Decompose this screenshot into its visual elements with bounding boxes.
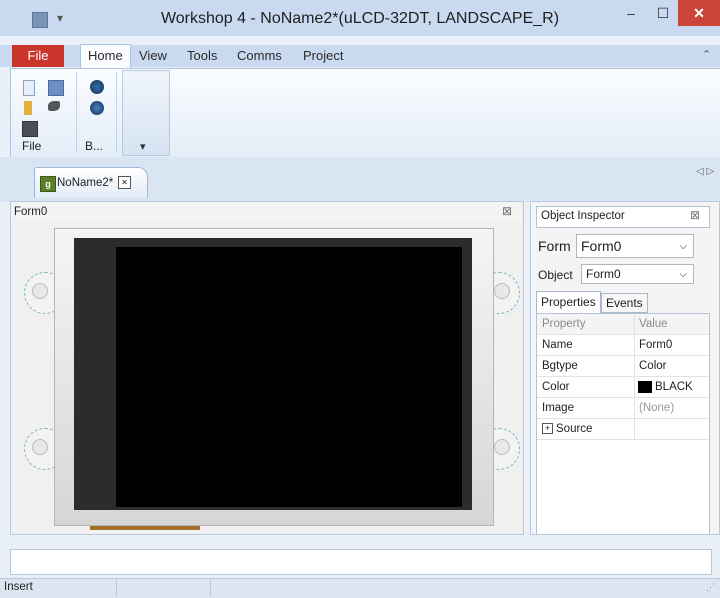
ribbon-group-b-label: B...	[85, 139, 104, 153]
status-text: Insert	[4, 581, 33, 593]
tab-view[interactable]: View	[132, 45, 174, 67]
object-select[interactable]: Form0 ⌵	[581, 264, 694, 284]
form-header	[11, 202, 521, 222]
chevron-down-icon: ⌵	[679, 268, 687, 280]
tab-file[interactable]: File	[12, 45, 64, 67]
property-row[interactable]: Name Form0	[537, 335, 709, 356]
form-screen[interactable]	[116, 247, 462, 507]
inspector-close-button[interactable]: ⊠	[690, 208, 700, 222]
inspector-title: Object Inspector	[541, 210, 625, 222]
maximize-button[interactable]: ☐	[648, 0, 678, 26]
color-swatch	[638, 381, 652, 393]
property-grid-header: Property Value	[537, 314, 709, 335]
ribbon-dropdown-button[interactable]	[122, 70, 170, 156]
new-file-icon[interactable]	[23, 80, 35, 96]
save-icon[interactable]	[32, 12, 48, 28]
chevron-down-icon: ▾	[140, 141, 146, 153]
tab-events[interactable]: Events	[601, 293, 648, 313]
print-icon[interactable]	[48, 101, 60, 111]
property-name: Bgtype	[542, 360, 578, 372]
column-header-property: Property	[542, 318, 586, 330]
column-header-value: Value	[639, 318, 668, 330]
property-row[interactable]: Color BLACK	[537, 377, 709, 398]
tab-project[interactable]: Project	[296, 45, 350, 67]
property-name: Name	[542, 339, 573, 351]
message-box[interactable]	[10, 549, 712, 575]
property-row[interactable]: + Source	[537, 419, 709, 440]
tab-properties[interactable]: Properties	[536, 291, 601, 314]
globe-icon[interactable]	[90, 101, 104, 115]
screw-icon	[32, 283, 48, 299]
object-select-label: Object	[538, 268, 573, 282]
tab-tools[interactable]: Tools	[180, 45, 224, 67]
ribbon-separator	[116, 72, 117, 152]
status-bar	[0, 578, 720, 598]
form-select[interactable]: Form0 ⌵	[576, 234, 694, 258]
ribbon-group-file-label: File	[22, 139, 42, 153]
save-as-icon[interactable]	[48, 80, 64, 96]
property-name: Source	[556, 423, 593, 435]
ribbon-separator	[76, 72, 77, 152]
screw-icon	[494, 439, 510, 455]
save-icon[interactable]	[22, 121, 38, 137]
resize-grip-icon[interactable]: ⋰	[706, 582, 715, 593]
chevron-down-icon: ⌵	[679, 240, 687, 252]
property-value[interactable]: Color	[639, 360, 666, 372]
screw-icon	[32, 439, 48, 455]
status-divider	[210, 580, 211, 596]
property-row[interactable]: Bgtype Color	[537, 356, 709, 377]
property-grid: Property Value Name Form0 Bgtype Color C…	[536, 313, 710, 535]
tab-navigation-icon[interactable]: ◁ ▷	[696, 166, 714, 177]
status-divider	[116, 580, 117, 596]
form-select-value: Form0	[581, 238, 622, 254]
form-title: Form0	[14, 206, 48, 218]
expand-icon[interactable]: +	[542, 423, 553, 434]
property-value[interactable]: Form0	[639, 339, 672, 351]
property-name: Color	[542, 381, 570, 393]
quick-access-dropdown-icon[interactable]: ▾	[57, 11, 63, 25]
form-close-button[interactable]: ⊠	[502, 204, 512, 218]
property-name: Image	[542, 402, 574, 414]
title-bar	[0, 0, 720, 36]
property-value[interactable]: (None)	[639, 402, 674, 414]
genie-icon: g	[40, 176, 56, 192]
screw-icon	[494, 283, 510, 299]
document-tab-close-button[interactable]: ✕	[118, 176, 131, 189]
tab-comms[interactable]: Comms	[230, 45, 289, 67]
form-select-label: Form	[538, 238, 571, 254]
tab-home[interactable]: Home	[80, 44, 131, 69]
object-select-value: Form0	[586, 267, 621, 281]
collapse-ribbon-icon[interactable]: ⌃	[702, 48, 711, 61]
property-row[interactable]: Image (None)	[537, 398, 709, 419]
document-tab-label: NoName2*	[57, 177, 114, 189]
globe-icon[interactable]	[90, 80, 104, 94]
open-folder-icon[interactable]	[24, 101, 32, 115]
property-value[interactable]: BLACK	[655, 381, 693, 393]
close-button[interactable]: ✕	[678, 0, 720, 26]
minimize-button[interactable]: –	[616, 0, 646, 26]
